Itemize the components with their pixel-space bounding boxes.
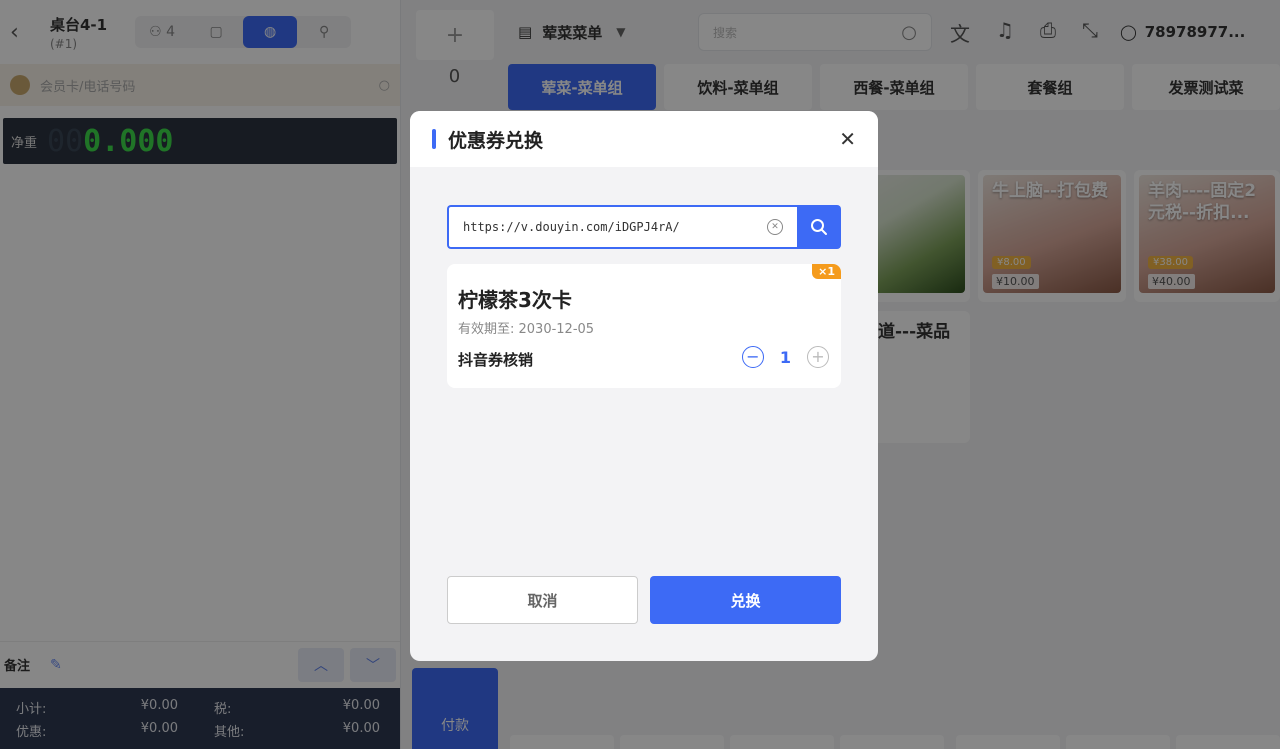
increase-button[interactable]: +: [807, 346, 829, 368]
quantity-value: 1: [779, 347, 791, 367]
coupon-type: 抖音券核销: [458, 351, 534, 369]
coupon-code-input[interactable]: https://v.douyin.com/iDGPJ4rA/ ✕: [447, 205, 797, 249]
search-icon: [811, 219, 827, 235]
coupon-count-tag: ×1: [812, 264, 841, 279]
quantity-stepper: − 1 +: [741, 346, 829, 368]
title-accent-bar: [432, 129, 436, 149]
coupon-card: ×1 柠檬茶3次卡 有效期至: 2030-12-05 抖音券核销 − 1 +: [447, 264, 841, 388]
coupon-redeem-dialog: 优惠券兑换 ✕ https://v.douyin.com/iDGPJ4rA/ ✕…: [410, 111, 878, 661]
decrease-button[interactable]: −: [741, 346, 764, 368]
dialog-title: 优惠券兑换: [448, 129, 544, 152]
close-icon[interactable]: ✕: [839, 127, 856, 151]
redeem-button[interactable]: 兑换: [650, 576, 841, 624]
coupon-code-value[interactable]: https://v.douyin.com/iDGPJ4rA/: [463, 220, 767, 234]
cancel-button[interactable]: 取消: [447, 576, 638, 624]
dialog-header: 优惠券兑换 ✕: [410, 111, 878, 167]
coupon-code-row: https://v.douyin.com/iDGPJ4rA/ ✕: [447, 205, 841, 249]
coupon-validity: 有效期至: 2030-12-05: [458, 322, 595, 337]
search-button[interactable]: [797, 205, 841, 249]
coupon-name: 柠檬茶3次卡: [458, 288, 572, 312]
clear-icon[interactable]: ✕: [767, 219, 783, 235]
